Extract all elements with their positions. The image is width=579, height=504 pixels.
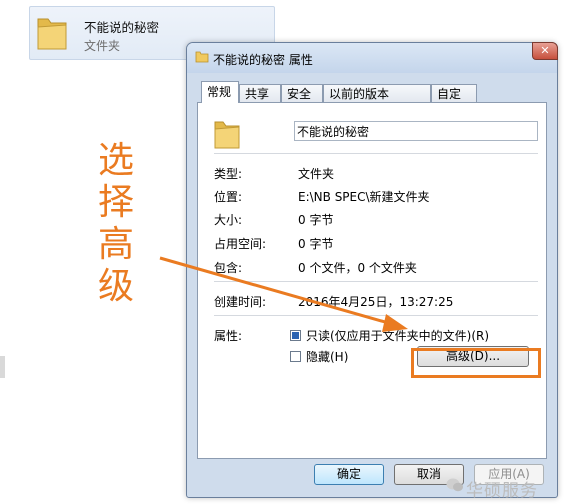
explorer-folder-type: 文件夹 [84, 39, 121, 53]
close-icon: ✕ [540, 44, 550, 57]
explorer-folder-name: 不能说的秘密 [84, 20, 160, 35]
dialog-title: 不能说的秘密 属性 [213, 53, 313, 67]
type-label: 类型: [214, 167, 243, 181]
created-label: 创建时间: [214, 295, 267, 309]
size-on-disk-value: 0 字节 [298, 237, 334, 251]
created-value: 2016年4月25日，13:27:25 [298, 295, 454, 309]
tab-security[interactable]: 安全 [281, 84, 323, 102]
contains-value: 0 个文件，0 个文件夹 [298, 261, 417, 275]
type-value: 文件夹 [298, 167, 335, 181]
general-tab-panel: 类型: 文件夹 位置: E:\NB SPEC\新建文件夹 大小: 0 字节 占用… [197, 102, 547, 459]
readonly-label[interactable]: 只读(仅应用于文件夹中的文件)(R) [306, 327, 489, 344]
ok-button[interactable]: 确定 [314, 464, 384, 485]
folder-icon [214, 121, 240, 149]
chat-bubble-icon [446, 478, 463, 492]
separator [214, 315, 538, 316]
separator [214, 281, 538, 282]
dialog-titlebar[interactable]: 不能说的秘密 属性 ✕ [187, 42, 558, 73]
hidden-checkbox[interactable] [290, 351, 301, 362]
tab-general[interactable]: 常规 [201, 81, 239, 103]
properties-dialog: 不能说的秘密 属性 ✕ 常规 共享 安全 以前的版本 自定义 类型: 文件夹 位… [186, 42, 558, 498]
size-on-disk-label: 占用空间: [214, 237, 267, 251]
readonly-checkbox[interactable] [290, 330, 301, 341]
tab-customize[interactable]: 自定义 [431, 84, 477, 119]
size-label: 大小: [214, 213, 243, 227]
separator [214, 153, 538, 154]
hidden-label[interactable]: 隐藏(H) [306, 348, 348, 365]
close-button[interactable]: ✕ [532, 42, 558, 60]
watermark: 华硕服务 [466, 481, 538, 501]
location-label: 位置: [214, 190, 243, 204]
folder-icon [37, 18, 67, 50]
scrollbar-fragment [0, 356, 5, 378]
location-value: E:\NB SPEC\新建文件夹 [298, 190, 430, 204]
advanced-highlight-box [411, 348, 541, 378]
folder-name-input[interactable] [294, 121, 538, 141]
attributes-label: 属性: [214, 329, 243, 343]
size-value: 0 字节 [298, 213, 334, 227]
folder-icon [195, 51, 209, 63]
tab-previous-versions[interactable]: 以前的版本 [323, 84, 431, 102]
annotation-text: 选择高级 [97, 140, 134, 307]
contains-label: 包含: [214, 261, 243, 275]
tab-sharing[interactable]: 共享 [239, 84, 281, 102]
